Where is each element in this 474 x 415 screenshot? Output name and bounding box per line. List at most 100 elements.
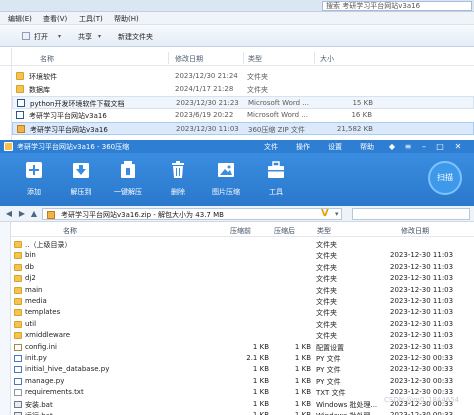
folder-icon — [14, 264, 22, 271]
zip-path-field[interactable]: 考研学习平台网站v3a16.zip - 解包大小为 43.7 MB V ▾ — [42, 208, 342, 220]
zip-row[interactable]: db 文件夹 2023-12-30 11:03 — [11, 262, 474, 273]
extract-to-label: 解压到 — [70, 188, 92, 196]
file-row[interactable]: 考研学习平台网站v3a16 2023/6/19 20:22 Microsoft … — [12, 109, 474, 122]
zip-window-title: 考研学习平台网站v3a16 - 360压缩 — [17, 143, 130, 151]
menu-operate[interactable]: 操作 — [296, 142, 310, 152]
menu-tools[interactable]: 工具(T) — [79, 14, 103, 24]
new-folder-button[interactable]: 新建文件夹 — [118, 32, 153, 42]
zip-row-name: xmiddleware — [25, 331, 71, 339]
column-type[interactable]: 类型 — [248, 54, 262, 64]
zip-row[interactable]: ..（上级目录） 文件夹 — [11, 239, 474, 250]
menu-edit[interactable]: 编辑(E) — [8, 14, 32, 24]
zip-row[interactable]: util 文件夹 2023-12-30 11:03 — [11, 319, 474, 330]
zip-row-compressed: 1 KB — [294, 343, 311, 351]
file-row[interactable]: 数据库 2024/1/17 21:28 文件夹 — [12, 83, 474, 96]
add-icon — [26, 162, 42, 178]
folder-icon — [16, 72, 24, 80]
zip-column-name[interactable]: 名称 — [63, 226, 77, 236]
column-date[interactable]: 修改日期 — [175, 54, 203, 64]
zip-row[interactable]: dj2 文件夹 2023-12-30 11:03 — [11, 273, 474, 284]
zip-row-type: 文件夹 — [316, 321, 337, 329]
menu-settings[interactable]: 设置 — [328, 142, 342, 152]
extract-to-icon — [73, 163, 89, 178]
open-button[interactable]: 打开 — [34, 32, 48, 42]
zip-row[interactable]: bin 文件夹 2023-12-30 11:03 — [11, 250, 474, 261]
zip-row-compressed: 1 KB — [294, 388, 311, 396]
zip-row-name: initial_hive_database.py — [25, 365, 110, 373]
menu-icon[interactable]: ≡ — [402, 141, 414, 152]
file-date: 2024/1/17 21:28 — [175, 85, 234, 93]
column-size[interactable]: 大小 — [320, 54, 334, 64]
file-row[interactable]: python开发环境软件下载文档 2023/12/30 21:23 Micros… — [12, 96, 474, 109]
image-icon — [218, 163, 234, 177]
file-type: 文件夹 — [247, 86, 268, 94]
zip-row-type: Windows 批处理... — [316, 401, 378, 409]
zip-row[interactable]: templates 文件夹 2023-12-30 11:03 — [11, 307, 474, 318]
chevron-down-icon: ▾ — [98, 33, 102, 40]
file-row[interactable]: 环境软件 2023/12/30 21:24 文件夹 — [12, 70, 474, 83]
chevron-down-icon[interactable]: ▾ — [335, 210, 339, 218]
column-name[interactable]: 名称 — [40, 54, 54, 64]
explorer-menu-bar: 编辑(E) 查看(V) 工具(T) 帮助(H) — [0, 12, 474, 25]
column-separator — [168, 52, 169, 64]
delete-label: 删除 — [171, 188, 185, 196]
maximize-icon[interactable]: □ — [434, 141, 446, 152]
scan-button[interactable]: 扫描 — [428, 161, 462, 195]
zip-row[interactable]: init.py 2.1 KB 1 KB PY 文件 2023-12-30 00:33 — [11, 353, 474, 364]
extract-to-button[interactable]: 解压到 — [61, 157, 101, 203]
toolbox-icon — [268, 161, 284, 178]
zip-row-name: util — [25, 320, 37, 328]
zip-column-date[interactable]: 修改日期 — [401, 226, 429, 236]
up-icon[interactable]: ▲ — [29, 209, 39, 219]
folder-icon — [14, 298, 22, 305]
menu-help[interactable]: 帮助(H) — [114, 14, 139, 24]
file-type: 360压缩 ZIP 文件 — [248, 126, 305, 134]
close-icon[interactable]: ✕ — [452, 141, 464, 152]
zip-row[interactable]: manage.py 1 KB 1 KB PY 文件 2023-12-30 00:33 — [11, 376, 474, 387]
zip-app-icon — [4, 142, 13, 151]
zip-row-type: 文件夹 — [316, 264, 337, 272]
zip-row[interactable]: config.ini 1 KB 1 KB 配置设置 2023-12-30 11:03 — [11, 342, 474, 353]
zip-row-name: config.ini — [25, 343, 57, 351]
menu-view[interactable]: 查看(V) — [43, 14, 67, 24]
file-type: 文件夹 — [247, 73, 268, 81]
delete-button[interactable]: 删除 — [158, 157, 198, 203]
one-click-extract-button[interactable]: 一键解压 — [108, 157, 148, 203]
zip-icon — [17, 125, 25, 133]
zip-column-type[interactable]: 类型 — [317, 226, 331, 236]
explorer-search-input[interactable]: 搜索 考研学习平台网站v3a16 — [322, 1, 472, 11]
menu-help[interactable]: 帮助 — [360, 142, 374, 152]
add-button[interactable]: 添加 — [14, 157, 54, 203]
zip-row-type: PY 文件 — [316, 366, 341, 374]
zip-row-name: ..（上级目录） — [25, 241, 72, 249]
zip-row[interactable]: 运行.bat1 KB1 KBWindows 批处理...2023-12-30 0… — [11, 410, 474, 415]
skin-icon[interactable]: ◆ — [386, 141, 398, 152]
zip-row-date: 2023-12-30 11:03 — [390, 308, 454, 316]
zip-row-compressed: 1 KB — [294, 354, 311, 362]
zip-row[interactable]: main 文件夹 2023-12-30 11:03 — [11, 285, 474, 296]
zip-row-type: 文件夹 — [316, 275, 337, 283]
zip-search-input[interactable] — [352, 208, 470, 220]
forward-icon[interactable]: ▶ — [17, 209, 27, 219]
zip-row-date: 2023-12-30 11:03 — [390, 331, 454, 339]
zip-row[interactable]: initial_hive_database.py 1 KB 1 KB PY 文件 202… — [11, 364, 474, 375]
zip-row[interactable]: xmiddleware 文件夹 2023-12-30 11:03 — [11, 330, 474, 341]
zip-row-name: requirements.txt — [25, 388, 84, 396]
tools-button[interactable]: 工具 — [256, 157, 296, 203]
minimize-icon[interactable]: – — [418, 141, 430, 152]
zip-row-date: 2023-12-30 11:03 — [390, 274, 454, 282]
zip-column-size[interactable]: 压缩前 — [230, 226, 251, 236]
menu-file[interactable]: 文件 — [264, 142, 278, 152]
file-type: Microsoft Word ... — [248, 99, 309, 107]
file-row-selected[interactable]: 考研学习平台网站v3a16 2023/12/30 11:03 360压缩 ZIP… — [12, 122, 474, 135]
zip-row-type: 文件夹 — [316, 252, 337, 260]
zip-row[interactable]: media 文件夹 2023-12-30 11:03 — [11, 296, 474, 307]
zip-row-type: 文件夹 — [316, 241, 337, 249]
back-icon[interactable]: ◀ — [4, 209, 14, 219]
zip-title-bar: 考研学习平台网站v3a16 - 360压缩 文件 操作 设置 帮助 ◆ ≡ – … — [0, 140, 474, 153]
zip-column-compressed[interactable]: 压缩后 — [274, 226, 295, 236]
image-compress-button[interactable]: 图片压缩 — [206, 157, 246, 203]
file-name: 数据库 — [29, 86, 50, 94]
share-button[interactable]: 共享 — [78, 32, 92, 42]
add-label: 添加 — [27, 188, 41, 196]
